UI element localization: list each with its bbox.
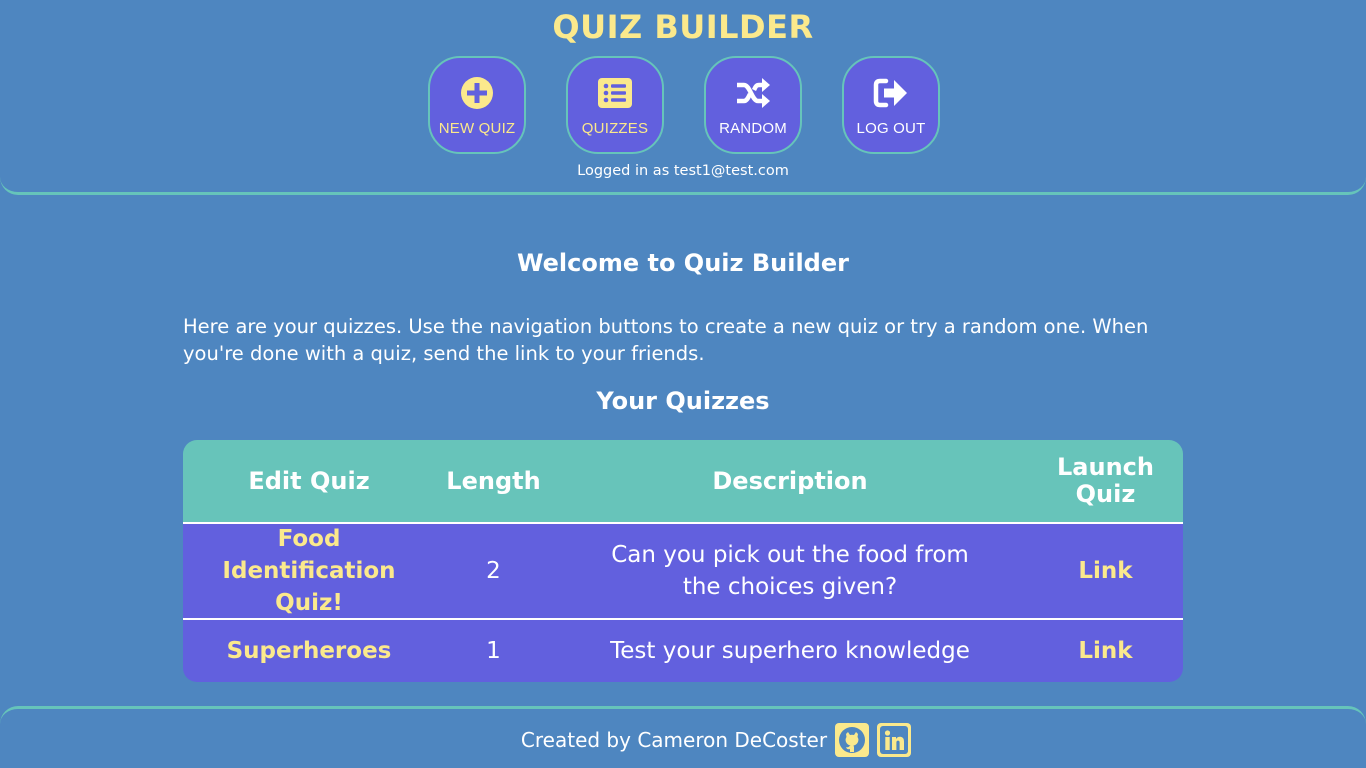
credit-text: Created by Cameron DeCoster: [520, 728, 828, 752]
quiz-launch-link[interactable]: Link: [1028, 635, 1183, 667]
github-icon[interactable]: [835, 723, 870, 757]
table-row: Food Identification Quiz! 2 Can you pick…: [183, 524, 1183, 620]
table-header: Edit Quiz Length Description Launch Quiz: [183, 440, 1183, 524]
column-header-length: Length: [446, 467, 541, 495]
plus-circle-icon: [460, 76, 494, 110]
quizzes-table: Edit Quiz Length Description Launch Quiz…: [183, 440, 1183, 682]
quiz-edit-link[interactable]: Superheroes: [183, 635, 435, 667]
your-quizzes-heading: Your Quizzes: [596, 387, 770, 415]
quiz-description: Can you pick out the food from the choic…: [611, 542, 969, 600]
linkedin-icon[interactable]: [877, 723, 912, 757]
random-label: RANDOM: [719, 120, 787, 137]
nav-bar: NEW QUIZ QUIZZES RANDOM LOG OUT: [428, 56, 940, 154]
new-quiz-label: NEW QUIZ: [438, 120, 516, 137]
column-header-launch-quiz: Launch Quiz: [1057, 453, 1154, 508]
quiz-description: Test your superhero knowledge: [610, 638, 970, 664]
random-button[interactable]: RANDOM: [704, 56, 802, 154]
quizzes-label: QUIZZES: [581, 120, 649, 137]
column-header-description: Description: [712, 467, 868, 495]
quiz-edit-link[interactable]: Food Identification Quiz!: [183, 523, 435, 619]
app-title: QUIZ BUILDER: [552, 8, 814, 46]
quizzes-button[interactable]: QUIZZES: [566, 56, 664, 154]
quiz-launch-link[interactable]: Link: [1028, 555, 1183, 587]
footer-content: Created by Cameron DeCoster: [0, 723, 1366, 757]
new-quiz-button[interactable]: NEW QUIZ: [428, 56, 526, 154]
quiz-length: 1: [486, 638, 501, 664]
sign-out-icon: [873, 76, 909, 110]
column-header-edit-quiz: Edit Quiz: [248, 467, 370, 495]
log-out-button[interactable]: LOG OUT: [842, 56, 940, 154]
shuffle-icon: [735, 76, 771, 110]
welcome-heading: Welcome to Quiz Builder: [517, 249, 849, 277]
quiz-length: 2: [486, 558, 501, 584]
header: QUIZ BUILDER NEW QUIZ QUIZZES RANDOM LOG…: [0, 0, 1366, 195]
footer: Created by Cameron DeCoster: [0, 706, 1366, 768]
table-row: Superheroes 1 Test your superhero knowle…: [183, 620, 1183, 682]
logged-in-status: Logged in as test1@test.com: [577, 163, 789, 179]
list-icon: [598, 76, 632, 110]
intro-text: Here are your quizzes. Use the navigatio…: [183, 315, 1149, 365]
log-out-label: LOG OUT: [856, 120, 926, 137]
